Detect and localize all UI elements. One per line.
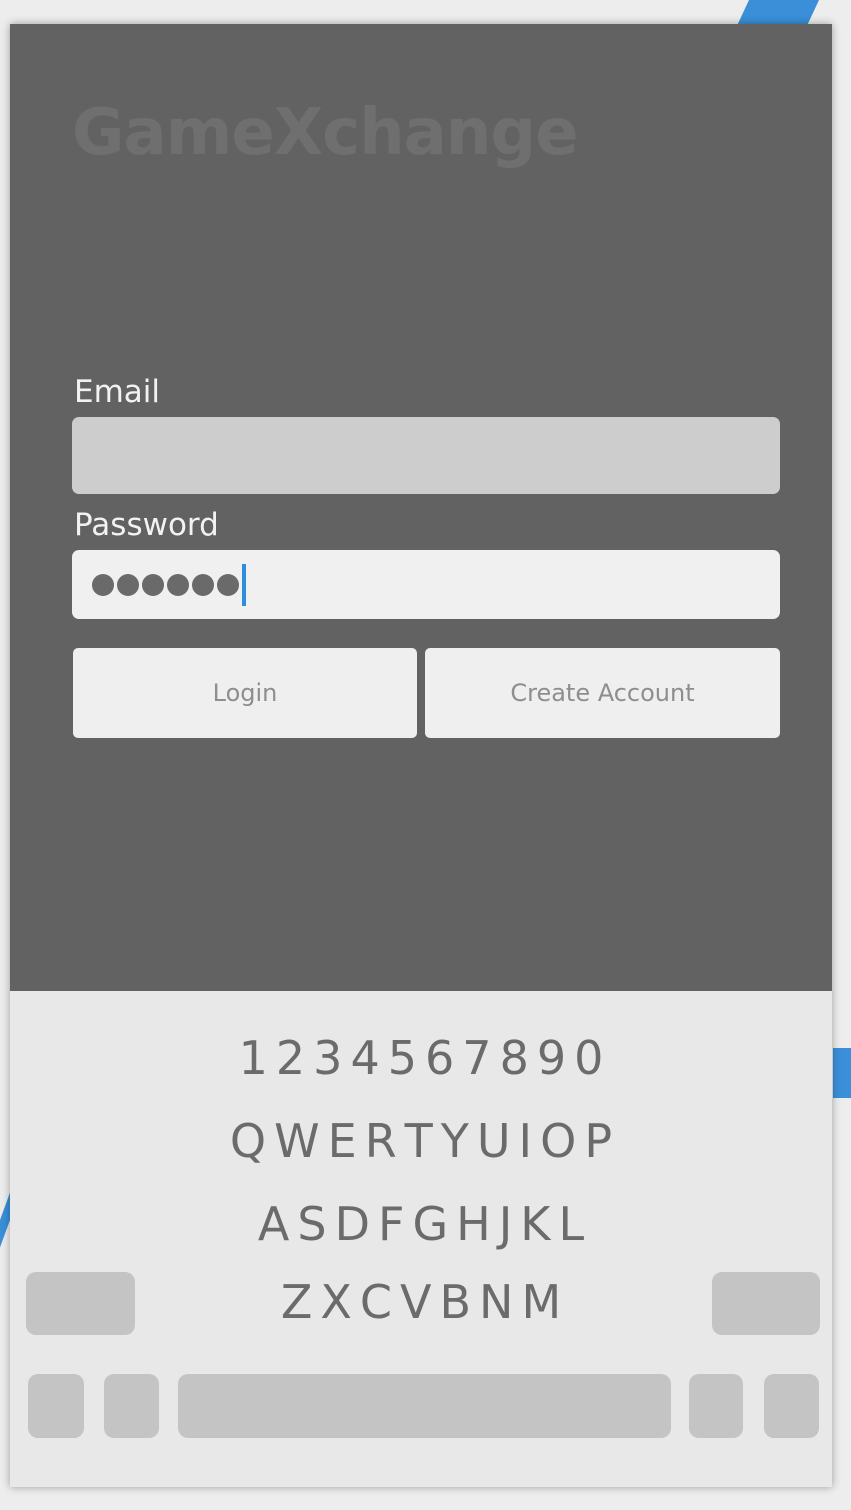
keyboard-key[interactable]: L xyxy=(558,1197,584,1251)
keyboard-key[interactable]: M xyxy=(521,1275,561,1329)
keyboard-key[interactable]: K xyxy=(520,1197,550,1251)
keyboard-key[interactable]: O xyxy=(540,1114,576,1168)
email-label: Email xyxy=(74,374,161,410)
keyboard-key[interactable]: 5 xyxy=(388,1031,417,1085)
keyboard-key[interactable]: A xyxy=(258,1197,289,1251)
keyboard-key[interactable]: Q xyxy=(230,1114,266,1168)
keyboard-key[interactable]: X xyxy=(320,1275,352,1329)
backspace-key[interactable] xyxy=(712,1272,820,1335)
password-mask-dot xyxy=(92,573,114,596)
text-caret xyxy=(242,563,246,606)
keyboard-key[interactable]: 6 xyxy=(425,1031,454,1085)
keyboard-key[interactable]: 1 xyxy=(239,1031,268,1085)
comma-key[interactable] xyxy=(104,1374,159,1438)
symbols-key[interactable] xyxy=(28,1374,84,1438)
keyboard-key[interactable]: U xyxy=(477,1114,511,1168)
keyboard-key[interactable]: Y xyxy=(441,1114,469,1168)
keyboard-key[interactable]: P xyxy=(584,1114,612,1168)
keyboard-key[interactable]: H xyxy=(456,1197,491,1251)
shift-key[interactable] xyxy=(26,1272,135,1335)
keyboard-key[interactable]: E xyxy=(328,1114,357,1168)
keyboard-key[interactable]: 9 xyxy=(537,1031,566,1085)
password-mask-dot xyxy=(192,573,214,596)
keyboard-key[interactable]: S xyxy=(297,1197,326,1251)
keyboard-key[interactable]: B xyxy=(439,1275,471,1329)
login-button[interactable]: Login xyxy=(73,648,417,738)
keyboard-key[interactable]: J xyxy=(499,1197,513,1251)
keyboard-key[interactable]: 8 xyxy=(500,1031,529,1085)
password-mask xyxy=(92,573,239,596)
password-mask-dot xyxy=(167,573,189,596)
keyboard-key[interactable]: N xyxy=(479,1275,513,1329)
keyboard-key[interactable]: 4 xyxy=(350,1031,379,1085)
password-mask-dot xyxy=(217,573,239,596)
email-field[interactable] xyxy=(72,417,780,494)
keyboard-key[interactable]: G xyxy=(412,1197,448,1251)
keyboard-key[interactable]: C xyxy=(360,1275,392,1329)
keyboard-key[interactable]: 7 xyxy=(462,1031,491,1085)
keyboard-key[interactable]: 0 xyxy=(574,1031,603,1085)
period-key[interactable] xyxy=(689,1374,743,1438)
create-account-button[interactable]: Create Account xyxy=(425,648,780,738)
keyboard-key[interactable]: D xyxy=(335,1197,370,1251)
keyboard-key[interactable]: 2 xyxy=(276,1031,305,1085)
enter-key[interactable] xyxy=(764,1374,819,1438)
password-field[interactable] xyxy=(72,550,780,619)
password-mask-dot xyxy=(142,573,164,596)
phone-screen: GameXchange Email Password Login Create … xyxy=(10,24,832,1487)
keyboard-key[interactable]: 3 xyxy=(313,1031,342,1085)
keyboard-row-asdf: ASDFGHJKL xyxy=(10,1197,832,1251)
keyboard-key[interactable]: I xyxy=(519,1114,533,1168)
password-label: Password xyxy=(74,507,219,543)
keyboard-key[interactable]: V xyxy=(400,1275,431,1329)
password-mask-dot xyxy=(117,573,139,596)
keyboard-key[interactable]: R xyxy=(365,1114,397,1168)
keyboard-key[interactable]: F xyxy=(378,1197,404,1251)
keyboard-key[interactable]: W xyxy=(274,1114,319,1168)
space-key[interactable] xyxy=(178,1374,671,1438)
keyboard-row-qwerty: QWERTYUIOP xyxy=(10,1114,832,1168)
keyboard-row-numbers: 1234567890 xyxy=(10,1031,832,1085)
decorative-stripe xyxy=(833,1048,851,1098)
on-screen-keyboard: 1234567890 QWERTYUIOP ASDFGHJKL ZXCVBNM xyxy=(10,991,832,1487)
keyboard-key[interactable]: Z xyxy=(281,1275,313,1329)
keyboard-key[interactable]: T xyxy=(405,1114,433,1168)
app-title: GameXchange xyxy=(72,96,579,170)
